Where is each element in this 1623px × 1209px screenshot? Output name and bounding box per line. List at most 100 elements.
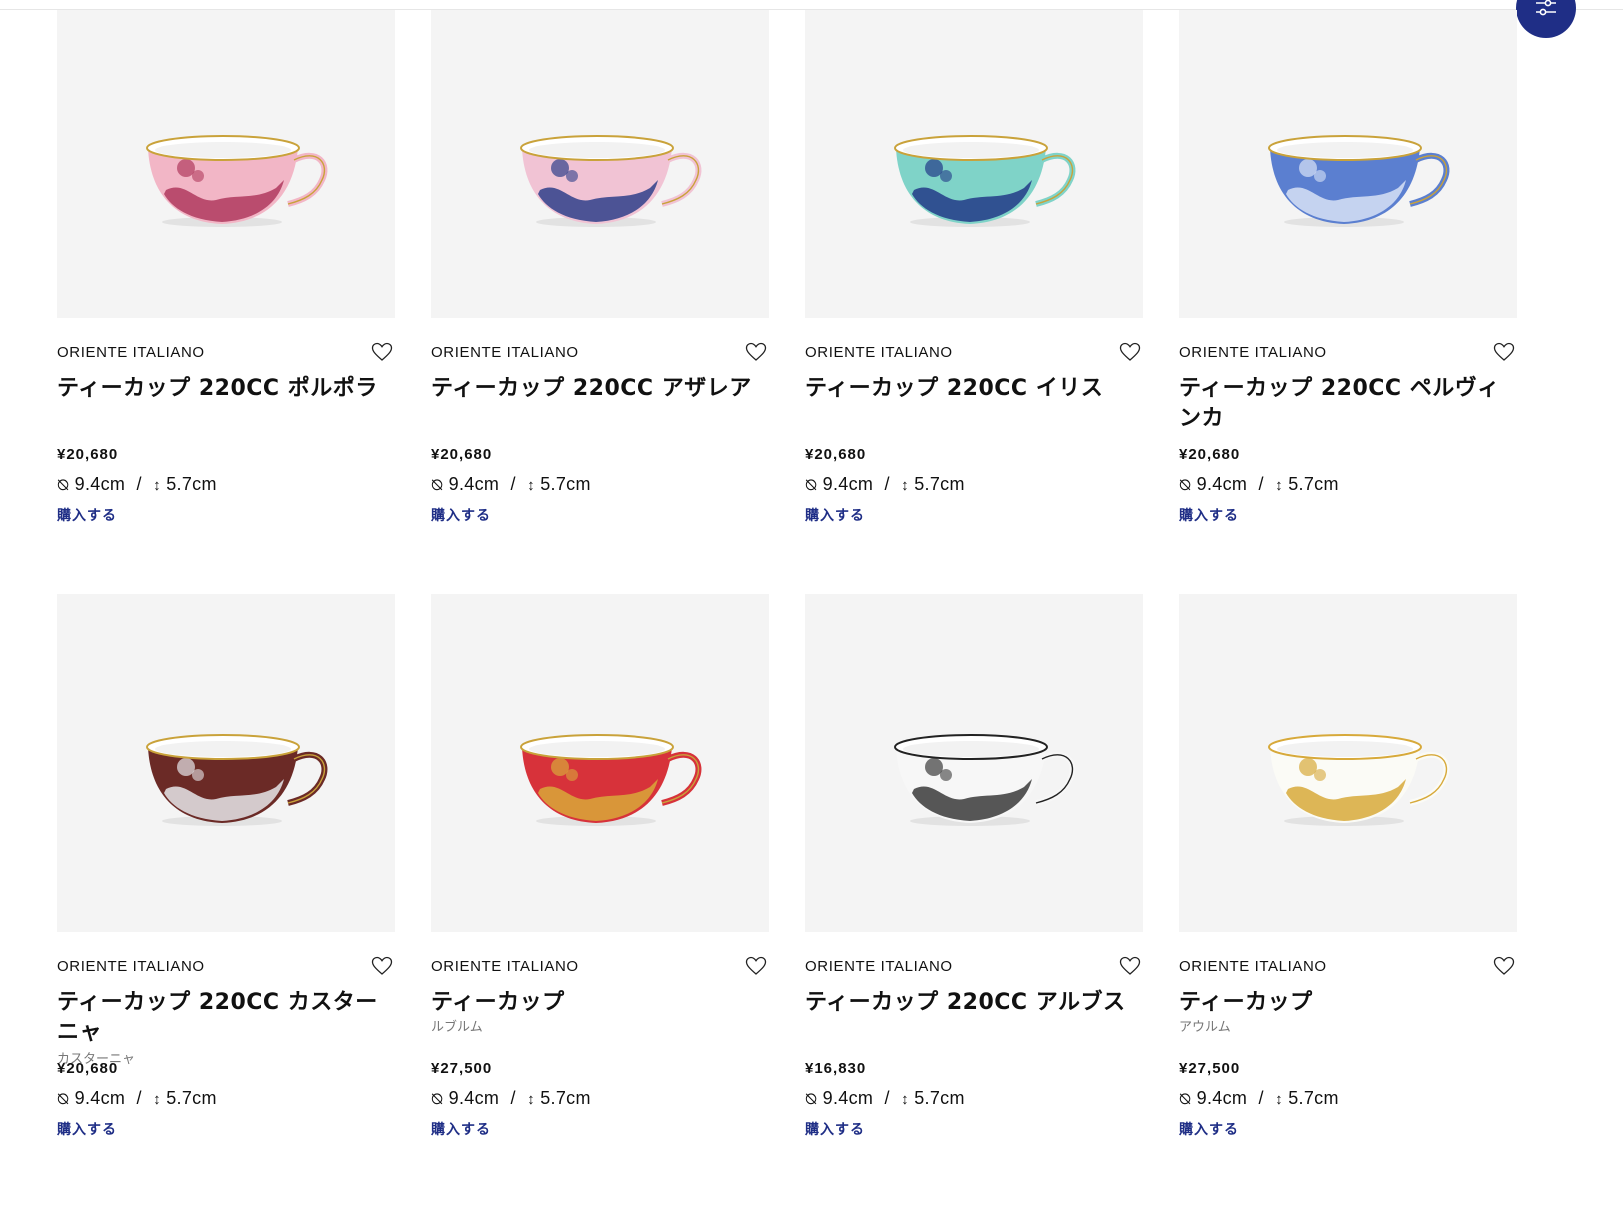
teacup-photo [1268,734,1450,826]
product-image[interactable] [805,10,1143,318]
product-brand: ORIENTE ITALIANO [1179,958,1327,975]
diameter-icon: ⦰ [1179,477,1192,494]
dims-separator: / [510,1088,516,1108]
diameter-icon: ⦰ [431,477,444,494]
product-title-block: ティーカップ 220CC カスターニャ [57,988,395,1045]
product-image[interactable] [1179,10,1517,318]
product-height: 5.7cm [914,474,965,494]
product-title[interactable]: ティーカップ 220CC アザレア [431,374,769,404]
buy-link[interactable]: 購入する [431,505,769,525]
buy-link[interactable]: 購入する [57,505,395,525]
product-image[interactable] [57,10,395,318]
diameter-icon: ⦰ [57,477,70,494]
buy-link[interactable]: 購入する [431,1119,769,1139]
top-bar [0,0,1623,10]
product-diameter: 9.4cm [448,474,500,494]
product-card[interactable]: ORIENTE ITALIANO ティーカップ 220CC ペルヴィンカ ¥20… [1179,10,1517,525]
product-brand: ORIENTE ITALIANO [431,344,579,361]
product-height: 5.7cm [1288,1088,1339,1108]
buy-link[interactable]: 購入する [1179,1119,1517,1139]
teacup-photo [1268,135,1450,227]
heart-icon[interactable] [371,342,393,362]
dims-separator: / [1258,1088,1264,1108]
product-dimensions: ⦰ 9.4cm / ↕ 5.7cm [805,474,1143,495]
product-title[interactable]: ティーカップ 220CC アルブス [805,988,1143,1018]
heart-icon[interactable] [1119,342,1141,362]
diameter-icon: ⦰ [57,1091,70,1108]
dims-separator: / [136,474,142,494]
product-height: 5.7cm [166,474,217,494]
heart-icon[interactable] [371,956,393,976]
product-price: ¥20,680 [431,446,493,463]
heart-icon[interactable] [1119,956,1141,976]
product-brand: ORIENTE ITALIANO [1179,344,1327,361]
product-price: ¥27,500 [431,1060,493,1077]
product-title[interactable]: ティーカップ [1179,988,1517,1018]
product-image[interactable] [1179,594,1517,932]
product-image[interactable] [57,594,395,932]
height-icon: ↕ [153,1091,161,1108]
product-variant: アウルム [1179,1020,1231,1035]
product-title[interactable]: ティーカップ 220CC カスターニャ [57,988,395,1048]
product-title[interactable]: ティーカップ 220CC イリス [805,374,1143,404]
diameter-icon: ⦰ [805,477,818,494]
product-card[interactable]: ORIENTE ITALIANO ティーカップ 220CC カスターニャ カスタ… [57,594,395,1139]
product-price: ¥20,680 [805,446,867,463]
product-card[interactable]: ORIENTE ITALIANO ティーカップ 220CC アルブス ¥16,8… [805,594,1143,1139]
product-title-block: ティーカップ 220CC アザレア [431,374,769,444]
buy-link[interactable]: 購入する [57,1119,395,1139]
teacup-photo [894,734,1076,826]
product-dimensions: ⦰ 9.4cm / ↕ 5.7cm [1179,1088,1517,1109]
product-card[interactable]: ORIENTE ITALIANO ティーカップ 220CC アザレア ¥20,6… [431,10,769,525]
product-height: 5.7cm [1288,474,1339,494]
product-price: ¥27,500 [1179,1060,1241,1077]
product-diameter: 9.4cm [1196,474,1248,494]
heart-icon[interactable] [745,342,767,362]
product-card[interactable]: ORIENTE ITALIANO ティーカップ ルブルム ¥27,500 ⦰ 9… [431,594,769,1139]
teacup-photo [520,135,702,227]
heart-icon[interactable] [1493,956,1515,976]
buy-link[interactable]: 購入する [1179,505,1517,525]
product-price: ¥20,680 [1179,446,1241,463]
product-image[interactable] [431,594,769,932]
buy-link[interactable]: 購入する [805,505,1143,525]
product-diameter: 9.4cm [74,1088,126,1108]
height-icon: ↕ [527,1091,535,1108]
diameter-icon: ⦰ [431,1091,444,1108]
product-diameter: 9.4cm [448,1088,500,1108]
product-variant: カスターニャ [57,1052,136,1067]
product-price: ¥16,830 [805,1060,867,1077]
product-dimensions: ⦰ 9.4cm / ↕ 5.7cm [431,474,769,495]
sliders-icon [1536,0,1556,16]
product-height: 5.7cm [166,1088,217,1108]
product-price: ¥20,680 [57,446,119,463]
product-brand: ORIENTE ITALIANO [805,958,953,975]
product-brand: ORIENTE ITALIANO [57,958,205,975]
product-height: 5.7cm [540,1088,591,1108]
filter-button[interactable] [1516,0,1576,38]
height-icon: ↕ [901,477,909,494]
product-title-block: ティーカップ 220CC イリス [805,374,1143,444]
product-title[interactable]: ティーカップ [431,988,769,1018]
height-icon: ↕ [1275,1091,1283,1108]
dims-separator: / [1258,474,1264,494]
product-image[interactable] [805,594,1143,932]
product-card[interactable]: ORIENTE ITALIANO ティーカップ アウルム ¥27,500 ⦰ 9… [1179,594,1517,1139]
product-image[interactable] [431,10,769,318]
buy-link[interactable]: 購入する [805,1119,1143,1139]
product-dimensions: ⦰ 9.4cm / ↕ 5.7cm [1179,474,1517,495]
product-height: 5.7cm [914,1088,965,1108]
dims-separator: / [884,474,890,494]
dims-separator: / [510,474,516,494]
heart-icon[interactable] [745,956,767,976]
product-card[interactable]: ORIENTE ITALIANO ティーカップ 220CC イリス ¥20,68… [805,10,1143,525]
heart-icon[interactable] [1493,342,1515,362]
product-title[interactable]: ティーカップ 220CC ペルヴィンカ [1179,374,1517,434]
teacup-photo [146,135,328,227]
product-diameter: 9.4cm [822,1088,874,1108]
product-card[interactable]: ORIENTE ITALIANO ティーカップ 220CC ポルポラ ¥20,6… [57,10,395,525]
product-variant: ルブルム [431,1020,483,1035]
product-title-block: ティーカップ 220CC ポルポラ [57,374,395,444]
dims-separator: / [136,1088,142,1108]
product-title[interactable]: ティーカップ 220CC ポルポラ [57,374,395,404]
